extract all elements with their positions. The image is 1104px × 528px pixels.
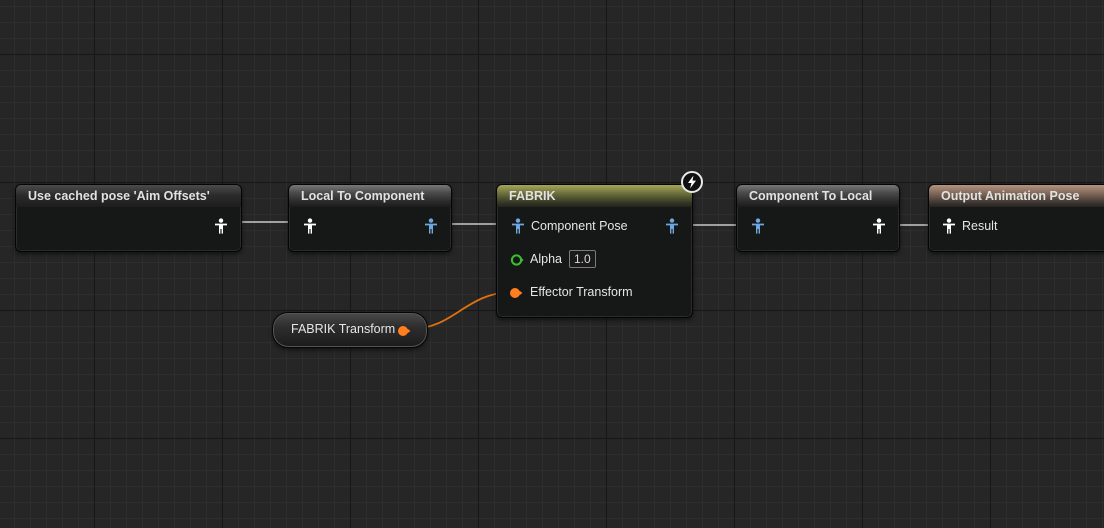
pose-output-pin[interactable] xyxy=(214,218,228,234)
result-label: Result xyxy=(962,219,998,233)
person-icon xyxy=(304,218,316,234)
alpha-value-field[interactable]: 1.0 xyxy=(569,250,596,268)
circle-icon xyxy=(398,326,411,336)
alpha-input-pin[interactable] xyxy=(510,252,524,268)
person-icon xyxy=(215,218,227,234)
local-pose-input-pin[interactable] xyxy=(303,218,317,234)
anim-graph-canvas[interactable]: Use cached pose 'Aim Offsets' Local To C… xyxy=(0,0,1104,528)
local-to-component-node[interactable]: Local To Component xyxy=(288,184,452,252)
transform-output-pin[interactable] xyxy=(397,323,411,339)
node-title: Local To Component xyxy=(289,185,451,207)
fabrik-node[interactable]: FABRIK Component Pose Alpha 1.0 Effector… xyxy=(496,184,693,318)
person-icon xyxy=(666,218,678,234)
component-pose-input-pin[interactable] xyxy=(751,218,765,234)
local-pose-output-pin[interactable] xyxy=(872,218,886,234)
person-icon xyxy=(873,218,885,234)
person-icon xyxy=(752,218,764,234)
node-title: Output Animation Pose xyxy=(929,185,1104,207)
node-title: FABRIK xyxy=(497,185,692,207)
node-title: Use cached pose 'Aim Offsets' xyxy=(16,185,241,207)
effector-transform-label: Effector Transform xyxy=(530,285,633,299)
node-title: Component To Local xyxy=(737,185,899,207)
effector-transform-input-pin[interactable] xyxy=(509,285,523,301)
component-pose-output-pin[interactable] xyxy=(665,218,679,234)
lightning-icon[interactable] xyxy=(681,171,703,193)
cached-pose-node[interactable]: Use cached pose 'Aim Offsets' xyxy=(15,184,242,252)
result-input-pin[interactable] xyxy=(942,218,956,234)
component-to-local-node[interactable]: Component To Local xyxy=(736,184,900,252)
person-icon xyxy=(425,218,437,234)
getter-label: FABRIK Transform xyxy=(291,322,396,336)
person-icon xyxy=(943,218,955,234)
person-icon xyxy=(512,218,524,234)
fabrik-transform-getter-node[interactable]: FABRIK Transform xyxy=(272,312,428,348)
output-animation-pose-node[interactable]: Output Animation Pose Result xyxy=(928,184,1104,252)
component-pose-label: Component Pose xyxy=(531,219,628,233)
component-pose-input-pin[interactable] xyxy=(511,218,525,234)
ring-icon xyxy=(510,254,524,266)
alpha-label: Alpha xyxy=(530,252,562,266)
component-pose-output-pin[interactable] xyxy=(424,218,438,234)
circle-icon xyxy=(510,288,523,298)
